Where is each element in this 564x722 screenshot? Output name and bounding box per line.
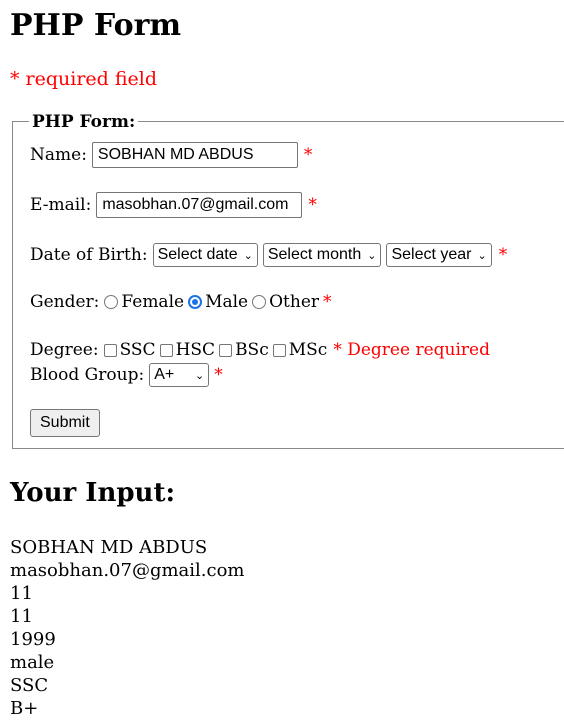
output-year: 1999 bbox=[10, 629, 56, 650]
gender-female-label: Female bbox=[121, 292, 185, 312]
dob-day-select[interactable]: Select date ⌄ bbox=[152, 243, 258, 267]
page-title: PHP Form bbox=[10, 8, 182, 43]
dob-year-value: Select year bbox=[391, 246, 472, 263]
output-list: SOBHAN MD ABDUS masobhan.07@gmail.com 11… bbox=[10, 536, 244, 720]
checkbox-bsc[interactable] bbox=[219, 343, 233, 357]
blood-required-star: * bbox=[214, 365, 223, 385]
email-row: E-mail: * bbox=[30, 192, 317, 218]
degree-msc-label: MSc bbox=[288, 340, 328, 360]
name-required-star: * bbox=[303, 145, 313, 165]
form-legend: PHP Form: bbox=[29, 112, 139, 132]
output-day: 11 bbox=[10, 583, 33, 604]
output-email: masobhan.07@gmail.com bbox=[10, 560, 245, 581]
gender-option-male[interactable]: Male bbox=[188, 292, 248, 312]
output-name: SOBHAN MD ABDUS bbox=[10, 537, 208, 558]
radio-other[interactable] bbox=[252, 295, 267, 309]
checkbox-ssc[interactable] bbox=[103, 343, 117, 357]
blood-group-label: Blood Group: bbox=[30, 365, 145, 385]
dob-month-value: Select month bbox=[267, 246, 362, 263]
php-form-fieldset: PHP Form: Name: * E-mail: * Date of Birt… bbox=[12, 112, 564, 449]
gender-male-label: Male bbox=[205, 292, 249, 312]
checkbox-hsc[interactable] bbox=[159, 343, 173, 357]
blood-group-select[interactable]: A+ ⌄ bbox=[149, 363, 210, 387]
required-field-note: * required field bbox=[10, 68, 158, 90]
degree-row: Degree: SSC HSC BSc MSc * Degree require… bbox=[30, 340, 490, 360]
gender-label: Gender: bbox=[30, 292, 100, 312]
degree-option-ssc[interactable]: SSC bbox=[103, 340, 156, 360]
gender-option-female[interactable]: Female bbox=[104, 292, 184, 312]
degree-option-msc[interactable]: MSc bbox=[272, 340, 328, 360]
dob-row: Date of Birth: Select date ⌄ Select month… bbox=[30, 243, 507, 267]
chevron-down-icon: ⌄ bbox=[477, 249, 487, 262]
your-input-heading: Your Input: bbox=[10, 478, 176, 508]
output-month: 11 bbox=[10, 606, 33, 627]
email-label: E-mail: bbox=[30, 195, 92, 215]
chevron-down-icon: ⌄ bbox=[243, 249, 253, 262]
degree-label: Degree: bbox=[30, 340, 99, 360]
degree-bsc-label: BSc bbox=[235, 340, 269, 360]
dob-year-select[interactable]: Select year ⌄ bbox=[386, 243, 492, 267]
gender-row: Gender: Female Male Other * bbox=[30, 292, 332, 312]
degree-option-hsc[interactable]: HSC bbox=[159, 340, 216, 360]
degree-hsc-label: HSC bbox=[175, 340, 216, 360]
gender-option-other[interactable]: Other bbox=[252, 292, 319, 312]
submit-button[interactable]: Submit bbox=[30, 409, 100, 437]
email-field[interactable] bbox=[96, 192, 303, 218]
degree-option-bsc[interactable]: BSc bbox=[219, 340, 269, 360]
gender-other-label: Other bbox=[269, 292, 320, 312]
checkbox-msc[interactable] bbox=[272, 343, 286, 357]
output-gender: male bbox=[10, 652, 55, 673]
radio-female[interactable] bbox=[104, 295, 119, 309]
name-field[interactable] bbox=[91, 142, 298, 168]
submit-row: Submit bbox=[30, 409, 100, 437]
email-required-star: * bbox=[308, 195, 317, 215]
dob-day-value: Select date bbox=[157, 246, 238, 263]
name-row: Name: * bbox=[30, 142, 312, 168]
dob-month-select[interactable]: Select month ⌄ bbox=[262, 243, 382, 267]
dob-required-star: * bbox=[498, 245, 508, 265]
radio-male[interactable] bbox=[188, 295, 203, 309]
chevron-down-icon: ⌄ bbox=[367, 249, 377, 262]
blood-group-row: Blood Group: A+ ⌄ * bbox=[30, 363, 223, 387]
output-blood-group: B+ bbox=[10, 698, 39, 719]
degree-error: * Degree required bbox=[333, 340, 490, 360]
degree-ssc-label: SSC bbox=[119, 340, 156, 360]
name-label: Name: bbox=[30, 145, 87, 165]
gender-required-star: * bbox=[323, 292, 332, 312]
output-degree: SSC bbox=[10, 675, 49, 696]
dob-label: Date of Birth: bbox=[30, 245, 148, 265]
chevron-down-icon: ⌄ bbox=[194, 369, 205, 382]
blood-group-value: A+ bbox=[154, 366, 175, 383]
